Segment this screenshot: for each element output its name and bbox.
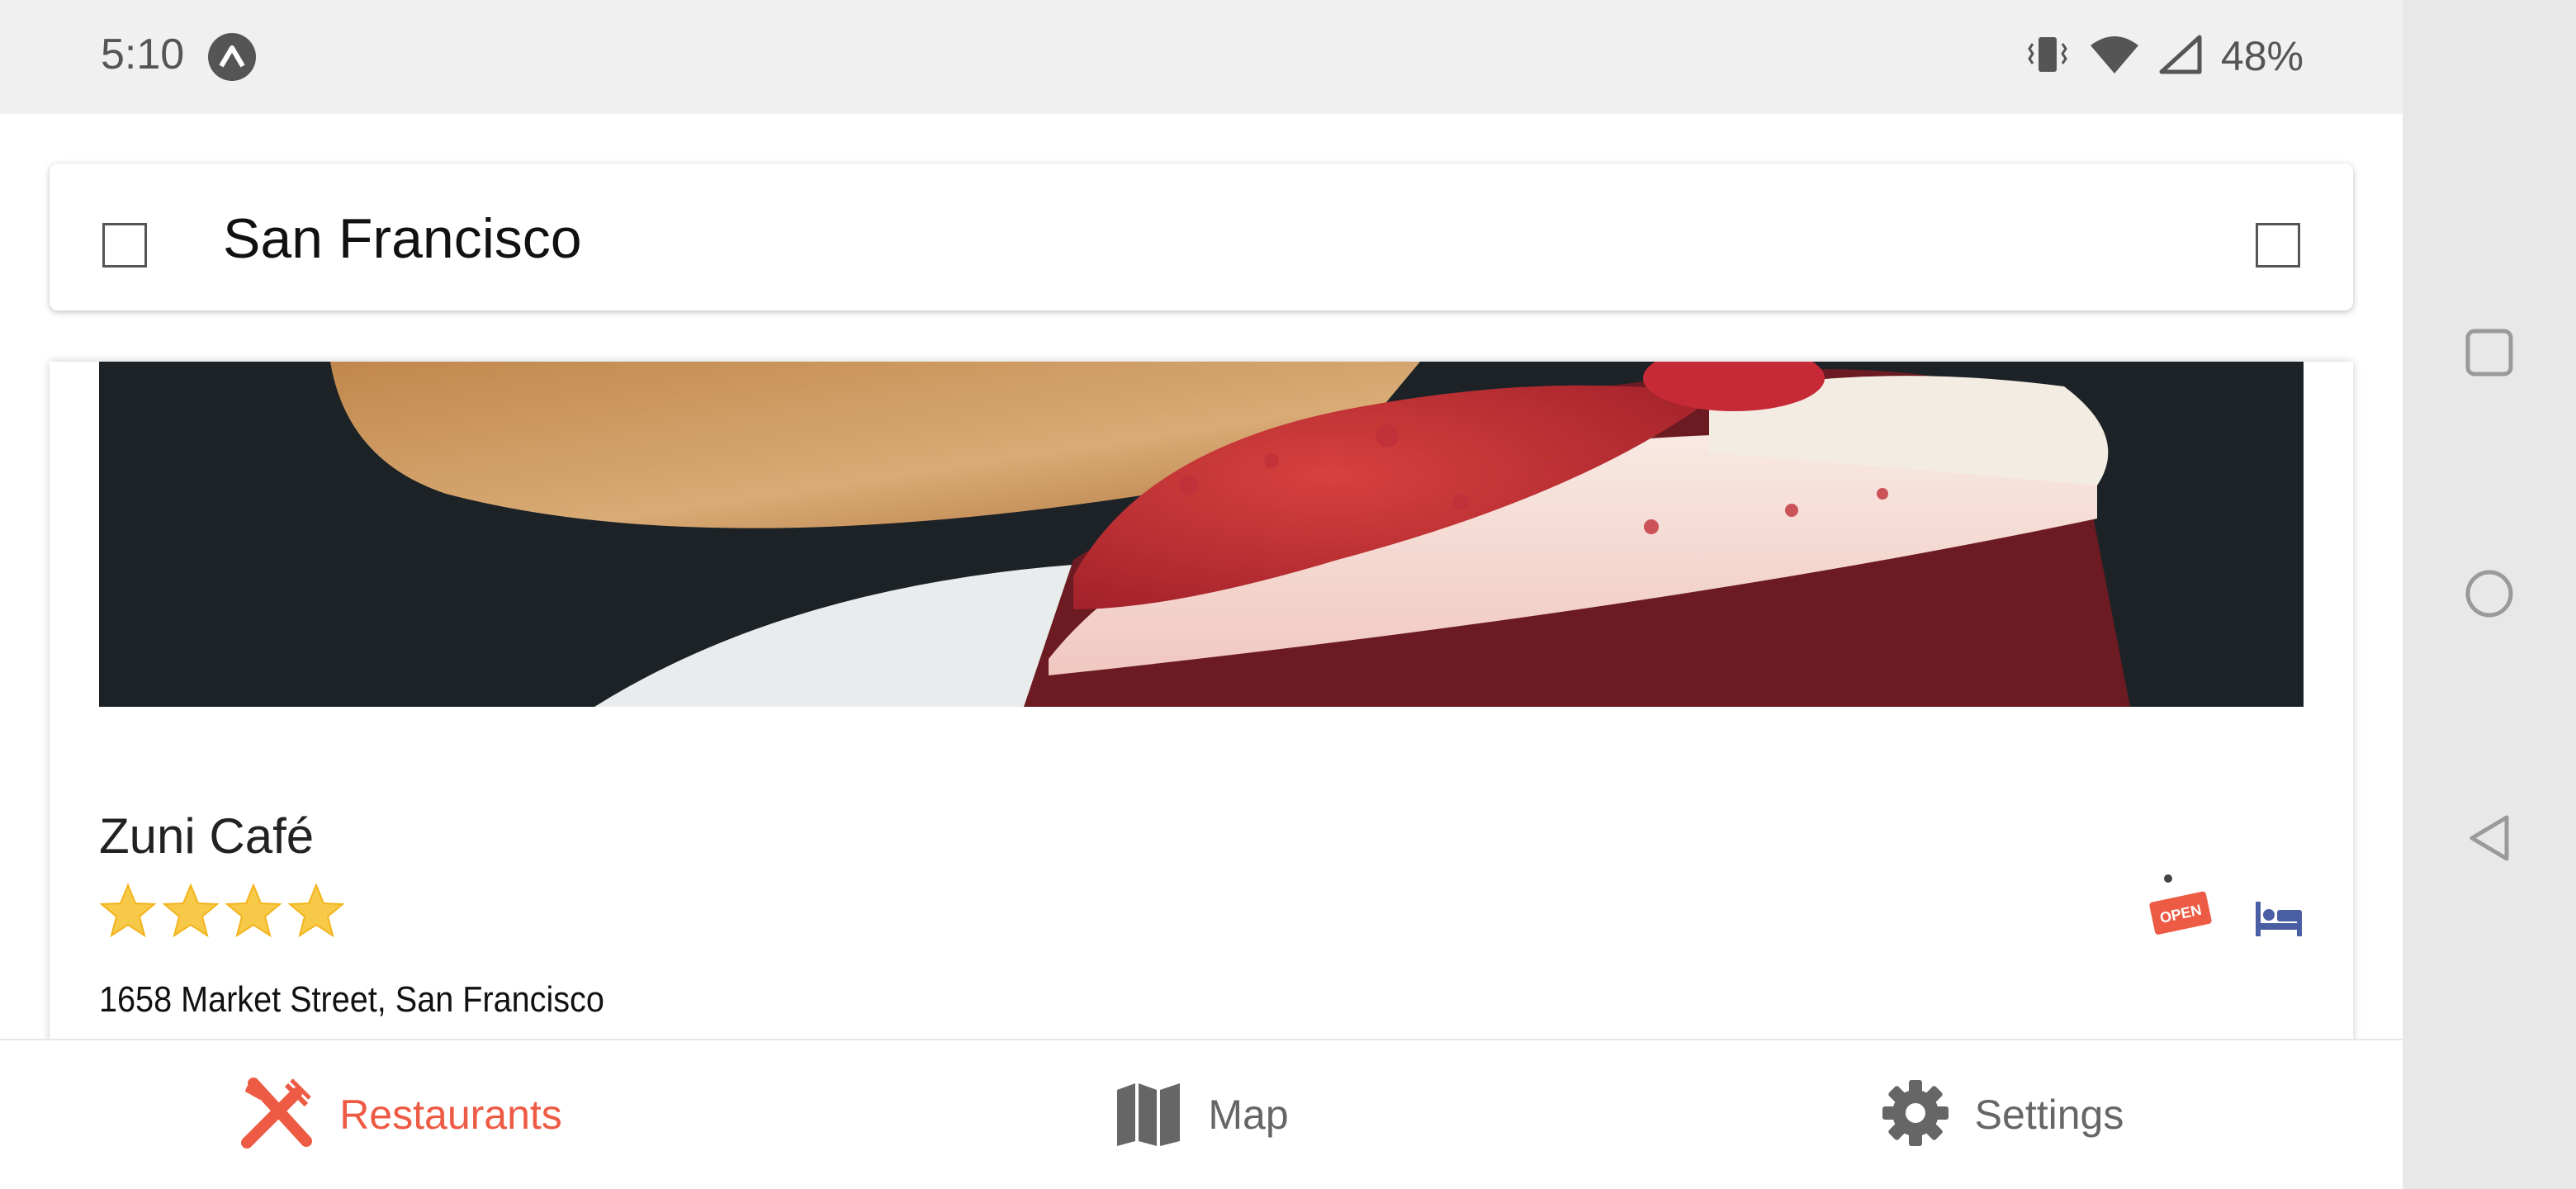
star-icon [162, 883, 220, 938]
bed-icon [2254, 898, 2304, 944]
app-screen: San Francisco Zuni Café 1658 Market Stre… [0, 114, 2403, 1189]
location-text[interactable]: San Francisco [223, 206, 582, 271]
nav-map[interactable]: Map [801, 1040, 1602, 1189]
bottom-navigation: Restaurants Map Settings [0, 1039, 2403, 1189]
nav-restaurants[interactable]: Restaurants [0, 1040, 801, 1189]
fork-knife-icon [239, 1075, 315, 1155]
nav-label-restaurants: Restaurants [339, 1092, 562, 1138]
status-time: 5:10 [101, 31, 185, 78]
status-icons: 48% [2024, 30, 2304, 83]
amenity-icons: OPEN [2147, 874, 2304, 944]
nav-label-map: Map [1208, 1092, 1289, 1138]
wifi-icon [2089, 34, 2140, 79]
nav-label-settings: Settings [1974, 1092, 2124, 1138]
nav-settings[interactable]: Settings [1602, 1040, 2403, 1189]
star-icon [287, 883, 345, 938]
right-checkbox[interactable] [2256, 223, 2300, 268]
vibrate-icon [2024, 34, 2071, 79]
status-bar: 5:10 48% [0, 0, 2403, 114]
star-icon [225, 883, 282, 938]
gear-icon [1881, 1078, 1950, 1152]
app-notification-icon [208, 33, 256, 81]
back-button[interactable] [2460, 809, 2518, 867]
location-search-bar[interactable]: San Francisco [50, 163, 2353, 310]
system-navigation-bar [2403, 0, 2576, 1189]
star-icon [99, 883, 157, 938]
restaurant-photo[interactable] [99, 362, 2304, 707]
map-icon [1114, 1078, 1183, 1152]
recents-button[interactable] [2460, 324, 2518, 381]
signal-icon [2158, 34, 2203, 79]
restaurant-name[interactable]: Zuni Café [99, 808, 314, 865]
rating-stars [99, 882, 345, 940]
battery-percent: 48% [2220, 33, 2304, 79]
home-button[interactable] [2460, 565, 2518, 623]
left-checkbox[interactable] [102, 223, 147, 268]
restaurant-address: 1658 Market Street, San Francisco [99, 979, 604, 1020]
open-sign-icon: OPEN [2147, 874, 2213, 944]
